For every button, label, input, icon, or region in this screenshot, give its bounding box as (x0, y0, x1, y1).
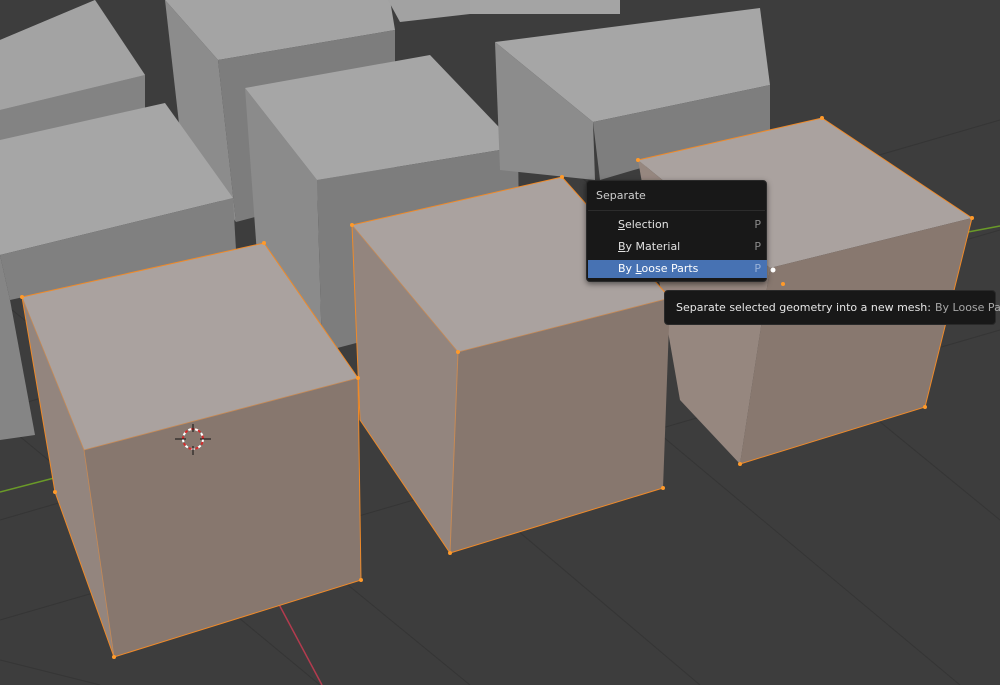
menu-item-by-material[interactable]: By Material P (588, 238, 767, 256)
menu-divider (588, 210, 765, 211)
separate-menu: Separate Selection P By Material P By Lo… (586, 180, 767, 282)
menu-item-selection[interactable]: Selection P (588, 216, 767, 234)
background-cube-3 (388, 0, 620, 22)
menu-item-label: By Loose Parts (618, 262, 699, 275)
shortcut-label: P (754, 218, 761, 231)
menu-item-label: Selection (618, 218, 669, 231)
menu-item-by-loose-parts[interactable]: By Loose Parts P (588, 260, 767, 278)
shortcut-label: P (754, 262, 761, 275)
3d-viewport[interactable] (0, 0, 1000, 685)
menu-title: Separate (596, 189, 646, 202)
tooltip-text: Separate selected geometry into a new me… (676, 301, 1000, 314)
tooltip-operator: By Loose Parts (934, 301, 1000, 314)
operator-tooltip: Separate selected geometry into a new me… (664, 290, 1000, 325)
menu-item-label: By Material (618, 240, 681, 253)
shortcut-label: P (754, 240, 761, 253)
